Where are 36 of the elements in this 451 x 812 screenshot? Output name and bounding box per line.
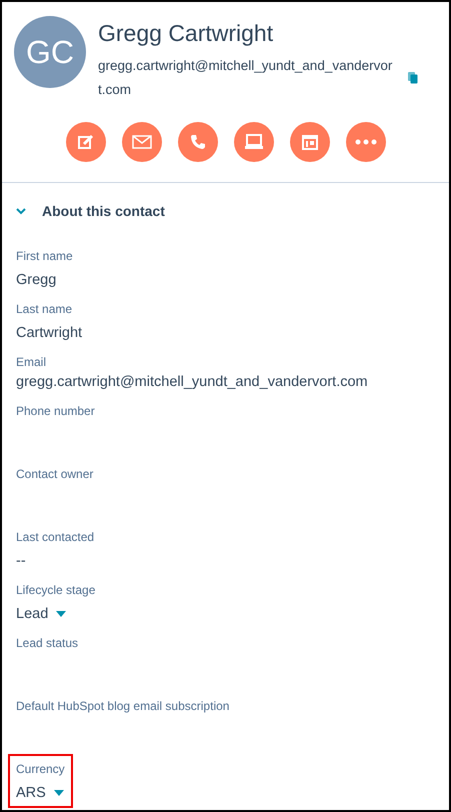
- avatar: GC: [14, 16, 86, 88]
- field-label: Email: [16, 354, 48, 371]
- meeting-button[interactable]: [290, 122, 330, 162]
- more-icon: [354, 139, 376, 145]
- field-label: Contact owner: [16, 466, 94, 483]
- field-value: gregg.cartwright@mitchell_yundt_and_vandervort.com: [16, 373, 368, 392]
- copy-icon[interactable]: [408, 72, 418, 84]
- field-value: Gregg: [16, 271, 58, 290]
- envelope-icon: [132, 135, 152, 149]
- section-header[interactable]: About this contact: [2, 183, 179, 219]
- field-value: Cartwright: [16, 324, 82, 343]
- contact-name: Gregg Cartwright: [98, 19, 274, 48]
- edit-icon: [76, 133, 94, 151]
- field-label: Last contacted: [16, 529, 94, 546]
- call-button[interactable]: [178, 122, 218, 162]
- calendar-icon: [300, 133, 318, 151]
- laptop-icon: [244, 133, 264, 151]
- field-value: --: [16, 552, 27, 571]
- field-label: Lifecycle stage: [16, 582, 96, 599]
- more-button[interactable]: [346, 122, 386, 162]
- phone-icon: [188, 133, 206, 151]
- chevron-icon: [16, 208, 26, 214]
- field-label: Default HubSpot blog email subscription: [16, 698, 230, 715]
- dropdown-field[interactable]: ARS: [16, 782, 64, 804]
- caret-icon: [54, 790, 64, 796]
- email-button[interactable]: [122, 122, 162, 162]
- note-button[interactable]: [66, 122, 106, 162]
- field-label: Last name: [16, 301, 74, 318]
- contact-email: gregg.cartwright@mitchell_yundt_and_vandervort.com: [98, 57, 394, 99]
- field-label: First name: [16, 248, 73, 265]
- field-label: Phone number: [16, 403, 95, 420]
- task-button[interactable]: [234, 122, 274, 162]
- caret-icon: [56, 611, 66, 617]
- dropdown-field[interactable]: Lead: [16, 603, 66, 625]
- field-label: Currency: [16, 761, 65, 778]
- field-label: Lead status: [16, 635, 78, 652]
